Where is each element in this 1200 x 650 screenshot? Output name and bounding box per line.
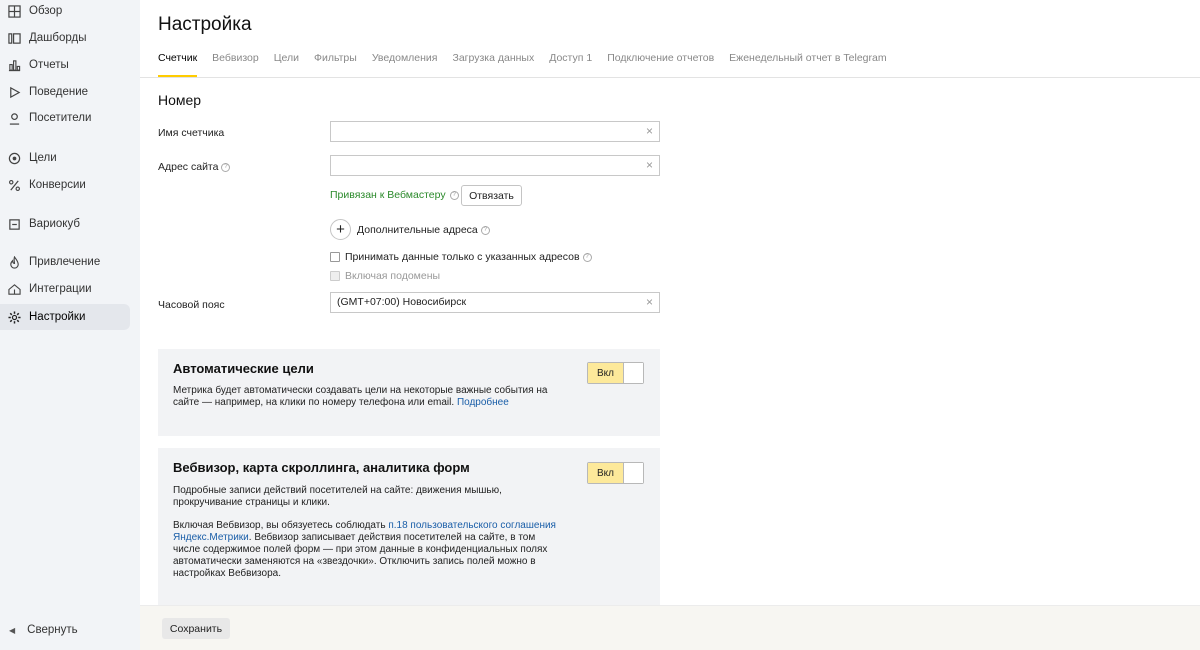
sidebar-item-visitors[interactable]: Посетители xyxy=(0,105,130,131)
tab-telegram-report[interactable]: Еженедельный отчет в Telegram xyxy=(729,52,886,77)
help-icon[interactable]: ? xyxy=(221,162,231,172)
tab-report-connection[interactable]: Подключение отчетов xyxy=(607,52,714,77)
timezone-label: Часовой пояс xyxy=(158,299,225,311)
arrow-left-icon: ◀ xyxy=(9,625,16,635)
sidebar-item-label: Посетители xyxy=(29,112,92,124)
include-subdomains-label: Включая подомены xyxy=(345,270,441,282)
help-icon[interactable]: ? xyxy=(449,190,459,200)
tabs-divider xyxy=(140,77,1200,78)
sidebar-item-goals[interactable]: Цели xyxy=(0,145,130,171)
sidebar-item-overview[interactable]: Обзор xyxy=(0,0,130,24)
sidebar-item-integrations[interactable]: Интеграции xyxy=(0,276,130,302)
sidebar-item-label: Отчеты xyxy=(29,59,69,71)
user-icon xyxy=(7,111,21,125)
percent-icon xyxy=(7,178,21,192)
page-title: Настройка xyxy=(158,14,252,35)
sidebar-item-label: Обзор xyxy=(29,5,63,17)
sidebar-item-conversions[interactable]: Конверсии xyxy=(0,172,130,198)
play-icon xyxy=(7,85,21,99)
settings-tabs: Счетчик Вебвизор Цели Фильтры Уведомлени… xyxy=(158,52,902,77)
collapse-sidebar-button[interactable]: ◀ Свернуть xyxy=(0,618,130,642)
sidebar-item-label: Настройки xyxy=(29,311,86,323)
sidebar-item-label: Привлечение xyxy=(29,256,101,268)
toggle-on-label: Вкл xyxy=(588,363,623,383)
timezone-select[interactable]: (GMT+07:00) Новосибирск × xyxy=(330,292,660,313)
plus-icon: + xyxy=(336,221,345,238)
auto-goals-description: Метрика будет автоматически создавать це… xyxy=(173,385,548,408)
gear-icon xyxy=(7,310,21,324)
cube-icon xyxy=(7,217,21,231)
site-address-label: Адрес сайта? xyxy=(158,161,231,173)
counter-name-label: Имя счетчика xyxy=(158,127,225,139)
tab-counter[interactable]: Счетчик xyxy=(158,52,198,77)
bar-chart-icon xyxy=(7,58,21,72)
counter-name-input[interactable]: × xyxy=(330,121,660,142)
auto-goals-title: Автоматические цели xyxy=(173,361,314,376)
sidebar-item-reports[interactable]: Отчеты xyxy=(0,52,130,78)
webvisor-toggle[interactable]: Вкл xyxy=(587,462,644,484)
webvisor-card: Вебвизор, карта скроллинга, аналитика фо… xyxy=(158,448,660,605)
more-link[interactable]: Подробнее xyxy=(457,397,509,408)
toggle-knob xyxy=(623,463,643,483)
webvisor-agreement-text: Включая Вебвизор, вы обязуетесь соблюдат… xyxy=(173,520,556,579)
help-icon[interactable]: ? xyxy=(582,252,592,262)
sidebar-item-dashboards[interactable]: Дашборды xyxy=(0,25,130,51)
sidebar-item-label: Конверсии xyxy=(29,179,86,191)
sidebar-item-label: Дашборды xyxy=(29,32,87,44)
tab-goals[interactable]: Цели xyxy=(274,52,299,77)
save-button[interactable]: Сохранить xyxy=(162,618,230,639)
toggle-knob xyxy=(623,363,643,383)
auto-goals-card: Автоматические цели Метрика будет автома… xyxy=(158,349,660,436)
sidebar-item-settings[interactable]: Настройки xyxy=(0,304,130,330)
sidebar-item-behavior[interactable]: Поведение xyxy=(0,79,130,105)
unlink-button[interactable]: Отвязать xyxy=(461,185,522,206)
grid-icon xyxy=(7,4,21,18)
sidebar: Обзор Дашборды Отчеты Поведение Посетите… xyxy=(0,0,140,650)
tab-data-upload[interactable]: Загрузка данных xyxy=(452,52,534,77)
tab-access[interactable]: Доступ 1 xyxy=(549,52,592,77)
sidebar-item-label: Поведение xyxy=(29,86,89,98)
integrations-icon xyxy=(7,282,21,296)
target-icon xyxy=(7,151,21,165)
sidebar-item-label: Вариокуб xyxy=(29,218,80,230)
main-content: Настройка Счетчик Вебвизор Цели Фильтры … xyxy=(140,0,1200,650)
clear-icon[interactable]: × xyxy=(646,124,653,138)
include-subdomains-checkbox xyxy=(330,271,340,281)
webvisor-title: Вебвизор, карта скроллинга, аналитика фо… xyxy=(173,460,470,475)
flame-icon xyxy=(7,255,21,269)
include-subdomains-checkbox-row: Включая подомены xyxy=(330,270,440,282)
tab-webvisor[interactable]: Вебвизор xyxy=(212,52,259,77)
clear-icon[interactable]: × xyxy=(646,158,653,172)
auto-goals-toggle[interactable]: Вкл xyxy=(587,362,644,384)
section-title: Номер xyxy=(158,92,202,108)
collapse-label: Свернуть xyxy=(27,624,78,636)
dashboards-icon xyxy=(7,31,21,45)
accept-only-checkbox[interactable] xyxy=(330,252,340,262)
accept-only-checkbox-row[interactable]: Принимать данные только с указанных адре… xyxy=(330,251,592,263)
timezone-value: (GMT+07:00) Новосибирск xyxy=(337,296,467,308)
site-address-input[interactable]: × xyxy=(330,155,660,176)
tab-notifications[interactable]: Уведомления xyxy=(372,52,438,77)
additional-addresses-label[interactable]: Дополнительные адреса? xyxy=(357,224,490,236)
accept-only-label: Принимать данные только с указанных адре… xyxy=(345,251,580,263)
sidebar-item-variocube[interactable]: Вариокуб xyxy=(0,211,130,237)
webvisor-description: Подробные записи действий посетителей на… xyxy=(173,485,502,508)
sidebar-item-label: Интеграции xyxy=(29,283,92,295)
add-address-button[interactable]: + xyxy=(330,219,351,240)
sidebar-item-label: Цели xyxy=(29,152,57,164)
tab-filters[interactable]: Фильтры xyxy=(314,52,357,77)
help-icon[interactable]: ? xyxy=(480,225,490,235)
webmaster-status: Привязан к Вебмастеру? xyxy=(330,189,459,201)
toggle-on-label: Вкл xyxy=(588,463,623,483)
footer-bar: Сохранить xyxy=(140,605,1200,650)
sidebar-item-acquisition[interactable]: Привлечение xyxy=(0,249,130,275)
clear-icon[interactable]: × xyxy=(646,295,653,309)
